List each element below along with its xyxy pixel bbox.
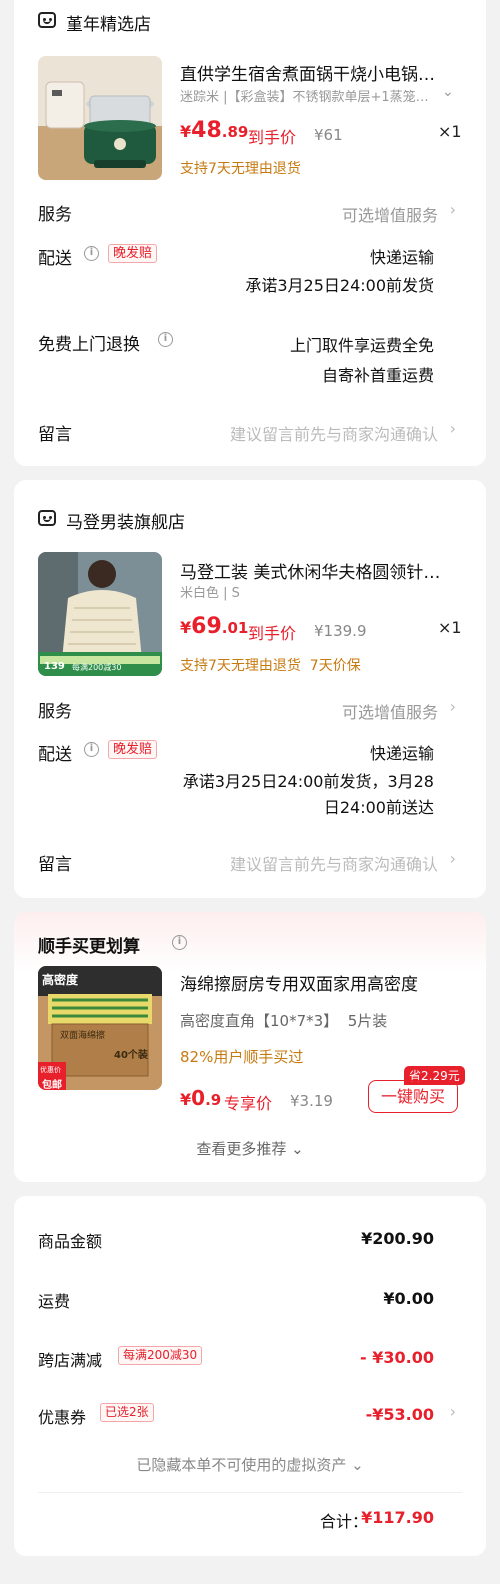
info-icon[interactable]: i	[84, 742, 99, 757]
cross-store-label: 跨店满减	[38, 1351, 103, 1370]
return-value-2: 自寄补首重运费	[321, 366, 434, 385]
message-label: 留言	[38, 855, 72, 875]
delivery-method: 快递运输	[369, 248, 434, 267]
recommend-product-title[interactable]: 海绵擦厨房专用双面家用高密度	[180, 970, 452, 995]
coupon-label: 优惠券	[38, 1408, 87, 1427]
delivery-promise-2: 日24:00前送达	[323, 798, 434, 817]
image-badge-2: 包邮	[42, 1080, 62, 1090]
chevron-right-icon[interactable]: ›	[450, 419, 456, 438]
chevron-right-icon[interactable]: ›	[450, 1402, 456, 1421]
exclusive-price-tag: 专享价	[224, 1094, 273, 1113]
total-value: ¥117.90	[361, 1508, 434, 1527]
coupon-badge[interactable]: 已选2张	[100, 1403, 154, 1422]
delivery-promise-1: 承诺3月25日24:00前发货，3月28	[182, 772, 434, 791]
price-tag: 到手价	[248, 128, 297, 147]
summary-card: 商品金额 ¥200.90 运费 ¥0.00 跨店满减 每满200减30 - ¥3…	[14, 1196, 486, 1556]
message-input[interactable]: 建议留言前先与商家沟通确认	[230, 421, 438, 445]
message-label: 留言	[38, 425, 72, 445]
product-title[interactable]: 直供学生宿舍煮面锅干烧小电锅…	[180, 60, 452, 85]
original-price: ¥139.9	[314, 622, 367, 640]
image-label-1: 高密度	[42, 973, 79, 987]
service-value[interactable]: 可选增值服务	[342, 202, 438, 226]
store-name[interactable]: 马登男装旗舰店	[66, 508, 185, 533]
recommend-title: 顺手买更划算	[38, 937, 140, 957]
delivery-method: 快递运输	[369, 744, 434, 763]
service-label: 服务	[38, 205, 72, 225]
late-ship-badge: 晚发赔	[108, 244, 158, 263]
return-policy: 支持7天无理由退货 7天价保	[180, 658, 361, 674]
late-ship-badge: 晚发赔	[108, 740, 158, 759]
image-promo: 每满200减30	[72, 663, 122, 672]
cross-store-badge: 每满200减30	[118, 1346, 203, 1365]
service-label: 服务	[38, 702, 72, 722]
cooker-illustration	[38, 56, 162, 180]
image-price: 139	[44, 661, 65, 672]
buy-now-button[interactable]: 一键购买	[368, 1080, 458, 1113]
chevron-right-icon[interactable]: ›	[450, 697, 456, 716]
chevron-right-icon[interactable]: ›	[450, 200, 456, 219]
shipping-label: 运费	[38, 1292, 71, 1311]
store-icon	[38, 12, 56, 28]
delivery-label: 配送	[38, 745, 72, 765]
chevron-down-icon: ⌄	[346, 1456, 364, 1474]
product-image[interactable]: 139 每满200减30	[38, 552, 162, 676]
info-icon[interactable]: i	[84, 246, 99, 261]
service-value[interactable]: 可选增值服务	[342, 699, 438, 723]
recommend-spec[interactable]: 高密度直角【10*7*3】 5片装	[180, 1010, 432, 1031]
product-price: ¥48.89	[180, 118, 249, 143]
image-label-3: 双面海绵擦	[60, 1031, 106, 1041]
goods-amount-label: 商品金额	[38, 1232, 103, 1251]
sweater-illustration	[38, 552, 162, 676]
info-icon[interactable]: i	[158, 332, 173, 347]
product-spec[interactable]: 米白色 | S	[180, 582, 432, 601]
delivery-promise: 承诺3月25日24:00前发货	[245, 276, 434, 295]
message-input[interactable]: 建议留言前先与商家沟通确认	[230, 851, 438, 875]
return-value-1: 上门取件享运费全免	[289, 336, 434, 355]
product-image[interactable]	[38, 56, 162, 180]
return-policy: 支持7天无理由退货	[180, 161, 301, 177]
store-card-1: 堇年精选店 直供学生宿舍煮面锅干烧小电锅… 迷踪米 |【彩盒装】不锈钢款单层+1…	[14, 0, 486, 466]
chevron-down-icon[interactable]: ⌄	[442, 84, 454, 100]
hidden-assets-note[interactable]: 已隐藏本单不可使用的虚拟资产 ⌄	[14, 1454, 486, 1475]
store-card-2: 马登男装旗舰店 139 每满200减30 马登工装 美式休闲华夫格圆领针… 米白…	[14, 480, 486, 898]
shipping-value: ¥0.00	[383, 1289, 434, 1308]
more-recommend-link[interactable]: 查看更多推荐 ⌄	[14, 1138, 486, 1159]
recommend-price: ¥0.9	[180, 1086, 222, 1110]
image-badge-1: 优惠价	[40, 1066, 61, 1074]
image-label-2: 40个装	[114, 1050, 148, 1061]
info-icon[interactable]: i	[172, 935, 187, 950]
delivery-label: 配送	[38, 249, 72, 269]
coupon-value[interactable]: -¥53.00	[366, 1405, 434, 1424]
divider	[38, 1492, 462, 1493]
chevron-down-icon: ⌄	[286, 1140, 304, 1158]
goods-amount-value: ¥200.90	[361, 1229, 434, 1248]
original-price: ¥61	[314, 126, 343, 144]
recommend-card: 顺手买更划算 i 高密度 双面海绵擦 40个装 优惠价 包邮 海绵擦厨房专用双面…	[14, 912, 486, 1182]
store-icon	[38, 510, 56, 526]
recommend-product-image[interactable]: 高密度 双面海绵擦 40个装 优惠价 包邮	[38, 966, 162, 1090]
chevron-right-icon[interactable]: ›	[450, 849, 456, 868]
store-name[interactable]: 堇年精选店	[66, 10, 151, 35]
quantity[interactable]: ×1	[438, 618, 462, 637]
product-title[interactable]: 马登工装 美式休闲华夫格圆领针…	[180, 558, 452, 583]
product-spec[interactable]: 迷踪米 |【彩盒装】不锈钢款单层+1蒸笼…	[180, 86, 432, 105]
cross-store-value: - ¥30.00	[360, 1348, 434, 1367]
return-label: 免费上门退换	[38, 335, 140, 355]
recommend-stat: 82%用户顺手买过	[180, 1048, 304, 1066]
product-price: ¥69.01	[180, 614, 249, 639]
recommend-original-price: ¥3.19	[290, 1092, 333, 1110]
price-tag: 到手价	[248, 624, 297, 643]
quantity[interactable]: ×1	[438, 122, 462, 141]
